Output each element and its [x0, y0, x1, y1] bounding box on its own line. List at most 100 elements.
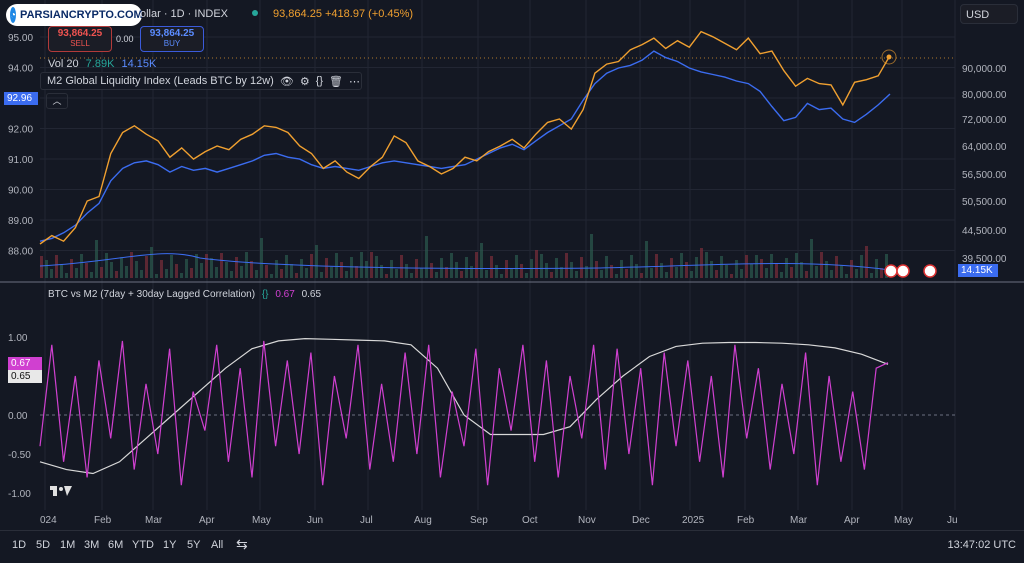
volume-legend[interactable]: Vol 20 7.89K 14.15K	[48, 58, 156, 70]
volume-bar	[245, 252, 248, 278]
x-tick-label: Oct	[522, 515, 538, 526]
delete-icon[interactable]: 🗑	[329, 75, 343, 88]
volume-bar	[435, 272, 438, 278]
left-tick-label: 94.00	[8, 64, 33, 75]
sell-label: SELL	[70, 39, 90, 48]
timeframe-ytd[interactable]: YTD	[132, 539, 154, 551]
collapse-chevron-icon[interactable]: ︿	[46, 93, 68, 109]
m2-indicator-title: M2 Global Liquidity Index (Leads BTC by …	[47, 75, 274, 87]
vol-value-b: 14.15K	[121, 58, 157, 70]
volume-bar	[720, 256, 723, 278]
volume-bar	[285, 255, 288, 278]
volume-bar	[240, 266, 243, 278]
volume-bar	[220, 253, 223, 278]
volume-bar	[420, 268, 423, 278]
volume-bar	[60, 264, 63, 278]
timeframe-5y[interactable]: 5Y	[187, 539, 200, 551]
x-tick-label: Mar	[790, 515, 808, 526]
left-axis: 95.0094.0093.0092.0091.0090.0089.0088.00	[8, 33, 33, 258]
code-icon[interactable]: {}	[262, 289, 269, 300]
volume-bar	[515, 255, 518, 278]
volume-bar	[540, 254, 543, 278]
source-code-icon[interactable]: {}	[316, 75, 323, 87]
timeframe-3m[interactable]: 3M	[84, 539, 99, 551]
volume-bar	[640, 273, 643, 278]
brand-label: PARSIANCRYPTO.COM	[20, 9, 143, 21]
volume-bar	[825, 261, 828, 278]
volume-bar	[835, 256, 838, 278]
volume-bar	[815, 266, 818, 278]
corr-7day-line	[39, 340, 889, 486]
right-axis-volume-tag: 14.15K	[958, 264, 998, 277]
volume-bar	[185, 259, 188, 278]
volume-bar	[470, 266, 473, 278]
volume-bar	[625, 269, 628, 278]
timeframe-6m[interactable]: 6M	[108, 539, 123, 551]
timeframe-1d[interactable]: 1D	[12, 539, 26, 551]
volume-bar	[465, 257, 468, 278]
timeframe-5d[interactable]: 5D	[36, 539, 50, 551]
buy-button[interactable]: 93,864.25 BUY	[140, 26, 204, 52]
volume-bar	[100, 267, 103, 278]
volume-bar	[550, 272, 553, 278]
corr-title: BTC vs M2 (7day + 30day Lagged Correlati…	[48, 289, 256, 300]
buy-label: BUY	[163, 39, 181, 48]
vol-value-a: 7.89K	[85, 58, 115, 70]
volume-bar	[450, 253, 453, 278]
price-readout: 93,864.25 +418.97 (+0.45%)	[273, 8, 414, 20]
currency-select[interactable]: USD	[960, 4, 1018, 24]
last-price-dot	[886, 54, 892, 60]
volume-bar	[590, 234, 593, 278]
volume-bar	[410, 273, 413, 278]
sell-button[interactable]: 93,864.25 SELL	[48, 26, 112, 52]
volume-bar	[390, 260, 393, 278]
brand-logo[interactable]: ◔ PARSIANCRYPTO.COM	[6, 4, 143, 26]
volume-bar	[545, 263, 548, 278]
volume-bar	[685, 262, 688, 278]
m2-indicator-legend[interactable]: M2 Global Liquidity Index (Leads BTC by …	[40, 72, 362, 90]
timeframe-1m[interactable]: 1M	[60, 539, 75, 551]
volume-bar	[610, 265, 613, 278]
volume-bar	[795, 253, 798, 278]
volume-bar	[135, 261, 138, 278]
volume-bar	[775, 263, 778, 278]
volume-bar	[190, 268, 193, 278]
volume-bar	[750, 264, 753, 278]
eye-icon[interactable]: 👁	[280, 75, 294, 88]
sell-price: 93,864.25	[57, 28, 103, 39]
vol-label: Vol 20	[48, 58, 79, 70]
volume-bar	[260, 238, 263, 278]
volume-bar	[695, 257, 698, 278]
flag-us-icon	[884, 264, 898, 278]
volume-bar	[425, 236, 428, 278]
volume-bar	[360, 252, 363, 278]
volume-bar	[740, 269, 743, 278]
volume-bar	[110, 262, 113, 278]
brand-icon: ◔	[10, 7, 17, 23]
volume-bar	[615, 274, 618, 278]
x-tick-label: 024	[40, 515, 57, 526]
volume-bar	[630, 255, 633, 278]
timeframe-1y[interactable]: 1Y	[163, 539, 176, 551]
timeframe-all[interactable]: All	[211, 539, 223, 551]
right-tick-label: 80,000.00	[962, 90, 1007, 101]
volume-bar	[455, 262, 458, 278]
right-tick-label: 56,500.00	[962, 170, 1007, 181]
volume-bar	[305, 268, 308, 278]
volume-bar	[780, 272, 783, 278]
symbol-title[interactable]: ollar · 1D · INDEX	[140, 8, 228, 20]
volume-bar	[175, 264, 178, 278]
corr-tick-label: 1.00	[8, 333, 28, 344]
settings-icon[interactable]: ⚙	[300, 75, 310, 88]
corr-legend[interactable]: BTC vs M2 (7day + 30day Lagged Correlati…	[48, 289, 321, 300]
volume-bar	[380, 265, 383, 278]
volume-bar	[535, 250, 538, 278]
flag-us-icon	[896, 264, 910, 278]
x-tick-label: Apr	[199, 515, 215, 526]
date-range-calendar-icon[interactable]: ⇆	[236, 536, 248, 553]
volume-bar	[745, 255, 748, 278]
corr-30day-line	[39, 337, 889, 475]
volume-bar	[75, 268, 78, 278]
more-icon[interactable]: ⋯	[349, 75, 360, 88]
volume-bar	[170, 255, 173, 278]
